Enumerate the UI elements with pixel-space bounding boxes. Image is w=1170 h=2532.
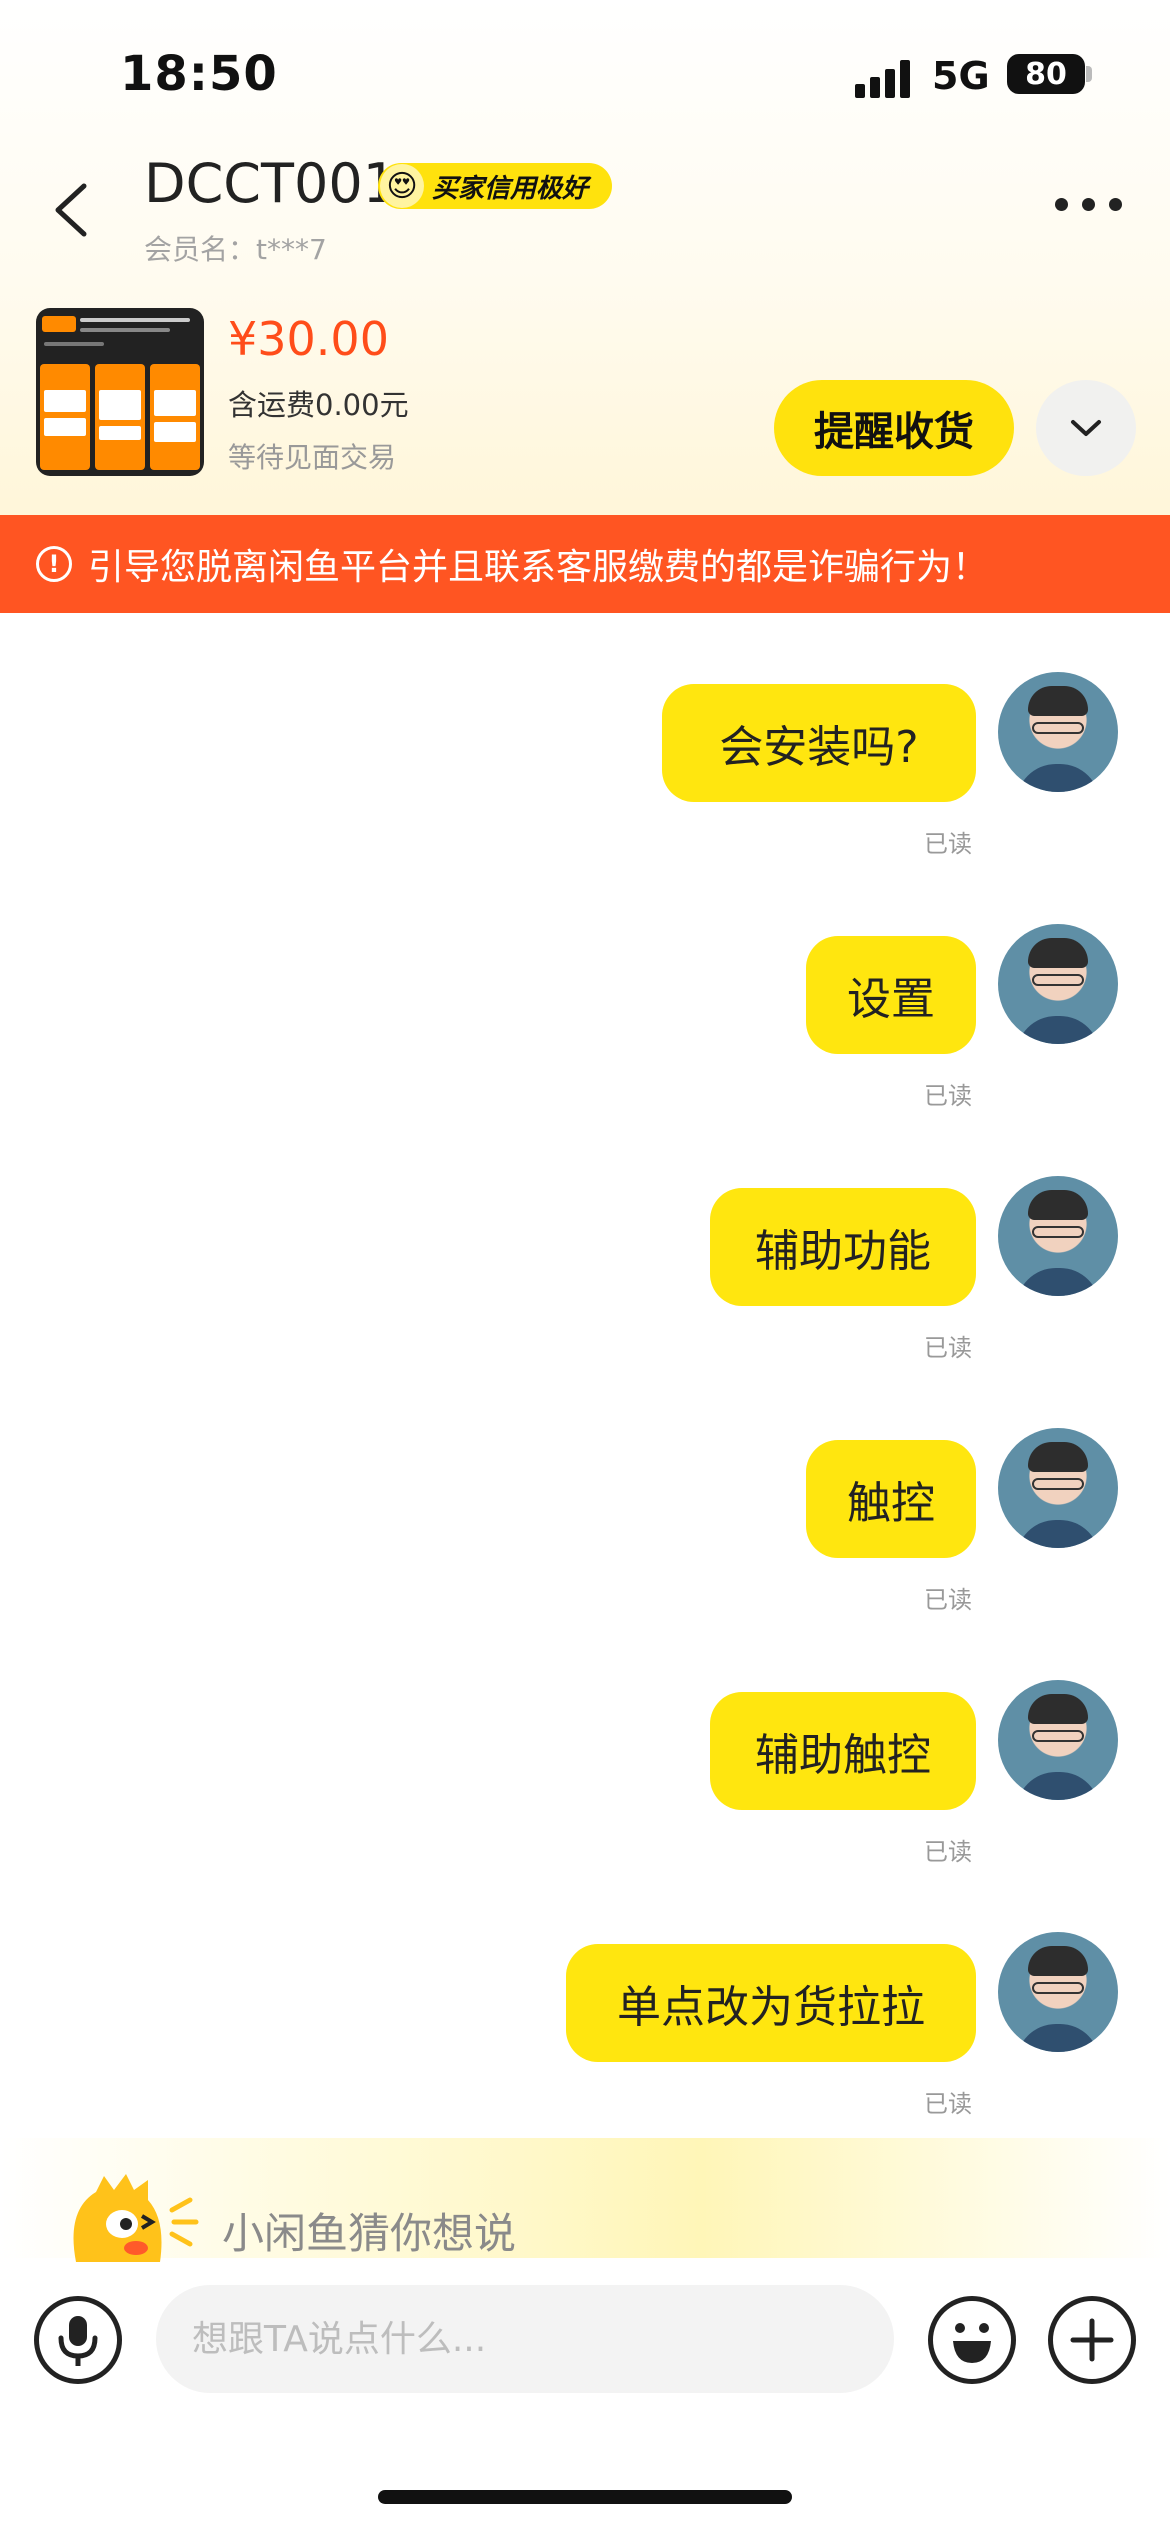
- order-status: 等待见面交易: [228, 441, 397, 474]
- battery-icon: 80: [1007, 54, 1085, 94]
- read-status: 已读: [924, 830, 972, 858]
- shipping-fee: 含运费0.00元: [228, 388, 409, 422]
- emoji-icon[interactable]: [928, 2296, 1016, 2384]
- read-status: 已读: [924, 1082, 972, 1110]
- status-time: 18:50: [120, 46, 278, 102]
- read-status: 已读: [924, 2090, 972, 2118]
- user-avatar[interactable]: [998, 1680, 1118, 1800]
- user-avatar[interactable]: [998, 1932, 1118, 2052]
- message-bubble[interactable]: 辅助触控: [710, 1692, 976, 1810]
- message-bubble[interactable]: 设置: [806, 936, 976, 1054]
- suggestion-text[interactable]: 小闲鱼猜你想说: [222, 2200, 516, 2261]
- fraud-warning-banner: ! 引导您脱离闲鱼平台并且联系客服缴费的都是诈骗行为！: [0, 515, 1170, 613]
- more-options-icon[interactable]: [1055, 198, 1125, 212]
- read-status: 已读: [924, 1838, 972, 1866]
- home-indicator[interactable]: [378, 2490, 792, 2504]
- cellular-signal-icon: [855, 58, 915, 98]
- back-arrow-icon[interactable]: [48, 180, 98, 240]
- message-bubble[interactable]: 会安装吗?: [662, 684, 976, 802]
- message-input[interactable]: [156, 2285, 894, 2393]
- battery-level: 80: [1025, 56, 1067, 92]
- order-price: ¥30.00: [228, 312, 389, 366]
- member-name: 会员名：t***7: [144, 233, 327, 266]
- chat-title: DCCT001: [144, 152, 398, 215]
- message-bubble[interactable]: 辅助功能: [710, 1188, 976, 1306]
- fish-mascot-icon: [56, 2170, 206, 2262]
- microphone-icon[interactable]: [34, 2296, 122, 2384]
- message-bubble[interactable]: 单点改为货拉拉: [566, 1944, 976, 2062]
- credit-badge-text: 买家信用极好: [432, 173, 589, 204]
- warning-text: 引导您脱离闲鱼平台并且联系客服缴费的都是诈骗行为！: [88, 547, 989, 588]
- user-avatar[interactable]: [998, 1428, 1118, 1548]
- exclamation-circle-icon: !: [36, 546, 72, 582]
- credit-badge: 😍 买家信用极好: [378, 163, 612, 209]
- read-status: 已读: [924, 1586, 972, 1614]
- user-avatar[interactable]: [998, 924, 1118, 1044]
- user-avatar[interactable]: [998, 1176, 1118, 1296]
- remind-receipt-button[interactable]: 提醒收货: [774, 380, 1014, 476]
- plus-icon[interactable]: [1048, 2296, 1136, 2384]
- read-status: 已读: [924, 1334, 972, 1362]
- message-bubble[interactable]: 触控: [806, 1440, 976, 1558]
- battery-cap: [1086, 66, 1092, 82]
- heart-eyes-emoji-icon: 😍: [380, 164, 424, 208]
- user-avatar[interactable]: [998, 672, 1118, 792]
- network-type: 5G: [932, 54, 990, 98]
- product-thumbnail[interactable]: [36, 308, 204, 476]
- chevron-down-icon[interactable]: [1036, 380, 1136, 476]
